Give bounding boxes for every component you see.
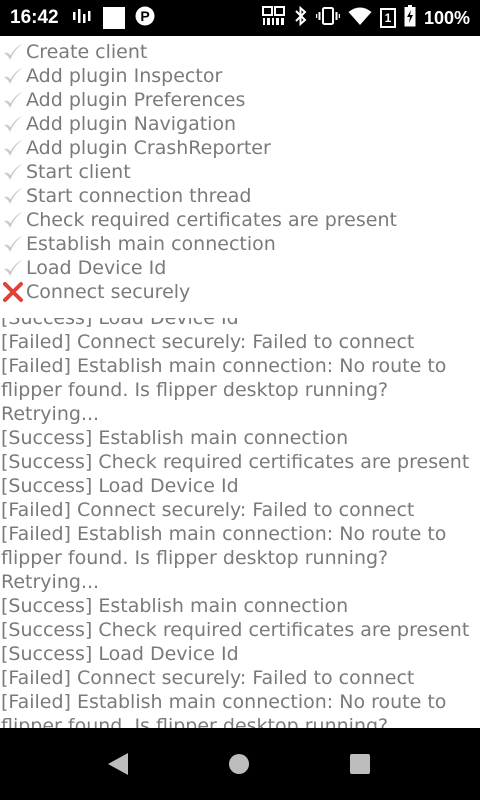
- status-bar: 16:42 P 1 100%: [0, 0, 480, 36]
- svg-text:P: P: [140, 8, 149, 24]
- p-app-icon: P: [135, 6, 155, 31]
- vibrate-icon: [315, 6, 341, 31]
- log-line: [Failed] Connect securely: Failed to con…: [1, 331, 415, 353]
- connection-log[interactable]: [Success] Load Device Id [Failed] Connect…: [0, 318, 480, 728]
- check-mark-icon: [0, 40, 26, 64]
- battery-percentage: 100%: [423, 7, 470, 28]
- log-line: [Failed] Establish main connection: No r…: [1, 355, 447, 425]
- sim-slot-icon: 1: [379, 8, 396, 28]
- check-mark-icon: [0, 64, 26, 88]
- wifi-icon: [348, 6, 372, 31]
- log-line: [Success] Check required certificates ar…: [1, 451, 470, 473]
- log-line: [Failed] Establish main connection: No r…: [1, 523, 447, 593]
- system-icons: 1 100%: [261, 4, 470, 32]
- step-label: Add plugin Navigation: [26, 113, 237, 135]
- log-line: [Success] Establish main connection: [1, 427, 349, 449]
- step-item: Add plugin Preferences: [0, 88, 480, 112]
- step-item: Check required certificates are present: [0, 208, 480, 232]
- log-line: [Failed] Establish main connection: No r…: [1, 691, 447, 728]
- step-label: Start connection thread: [26, 185, 252, 207]
- step-item: Start client: [0, 160, 480, 184]
- log-line: [Success] Load Device Id: [1, 318, 239, 329]
- log-line: [Success] Load Device Id: [1, 643, 239, 665]
- navigation-bar: [0, 728, 480, 800]
- step-label: Add plugin CrashReporter: [26, 137, 271, 159]
- check-mark-icon: [0, 160, 26, 184]
- notification-square-icon: [102, 7, 125, 29]
- step-label: Connect securely: [26, 281, 191, 303]
- check-mark-icon: [0, 184, 26, 208]
- log-line: [Success] Load Device Id: [1, 475, 239, 497]
- step-label: Create client: [26, 41, 148, 63]
- home-icon[interactable]: [227, 752, 251, 776]
- step-label: Load Device Id: [26, 257, 167, 279]
- notification-icons: P: [71, 6, 155, 31]
- step-item: Add plugin Navigation: [0, 112, 480, 136]
- recents-icon[interactable]: [348, 752, 372, 776]
- step-item: Add plugin Inspector: [0, 64, 480, 88]
- battery-icon: [404, 4, 416, 32]
- barcode-icon: [261, 5, 286, 31]
- check-mark-icon: [0, 112, 26, 136]
- log-line: [Success] Establish main connection: [1, 595, 349, 617]
- step-item: Connect securely: [0, 280, 480, 304]
- bluetooth-icon: [294, 5, 308, 31]
- log-line: [Success] Check required certificates ar…: [1, 619, 470, 641]
- check-mark-icon: [0, 208, 26, 232]
- check-mark-icon: [0, 232, 26, 256]
- connection-log-lines: [Success] Load Device Id [Failed] Connect…: [0, 318, 480, 728]
- step-label: Add plugin Inspector: [26, 65, 223, 87]
- main-content: Create client Add plugin Inspector Add plu…: [0, 36, 480, 728]
- step-label: Establish main connection: [26, 233, 276, 255]
- status-time: 16:42: [10, 7, 59, 28]
- step-label: Add plugin Preferences: [26, 89, 246, 111]
- check-mark-icon: [0, 88, 26, 112]
- step-item: Start connection thread: [0, 184, 480, 208]
- log-line: [Failed] Connect securely: Failed to con…: [1, 499, 415, 521]
- log-line: [Failed] Connect securely: Failed to con…: [1, 667, 415, 689]
- step-label: Start client: [26, 161, 131, 183]
- step-item: Create client: [0, 40, 480, 64]
- check-mark-icon: [0, 256, 26, 280]
- step-item: Add plugin CrashReporter: [0, 136, 480, 160]
- back-icon[interactable]: [106, 752, 130, 776]
- step-item: Establish main connection: [0, 232, 480, 256]
- step-label: Check required certificates are present: [26, 209, 397, 231]
- cross-mark-icon: [0, 280, 26, 304]
- connection-steps-list: Create client Add plugin Inspector Add plu…: [0, 40, 480, 304]
- vibrate-signal-icon: [71, 6, 93, 31]
- check-mark-icon: [0, 136, 26, 160]
- step-item: Load Device Id: [0, 256, 480, 280]
